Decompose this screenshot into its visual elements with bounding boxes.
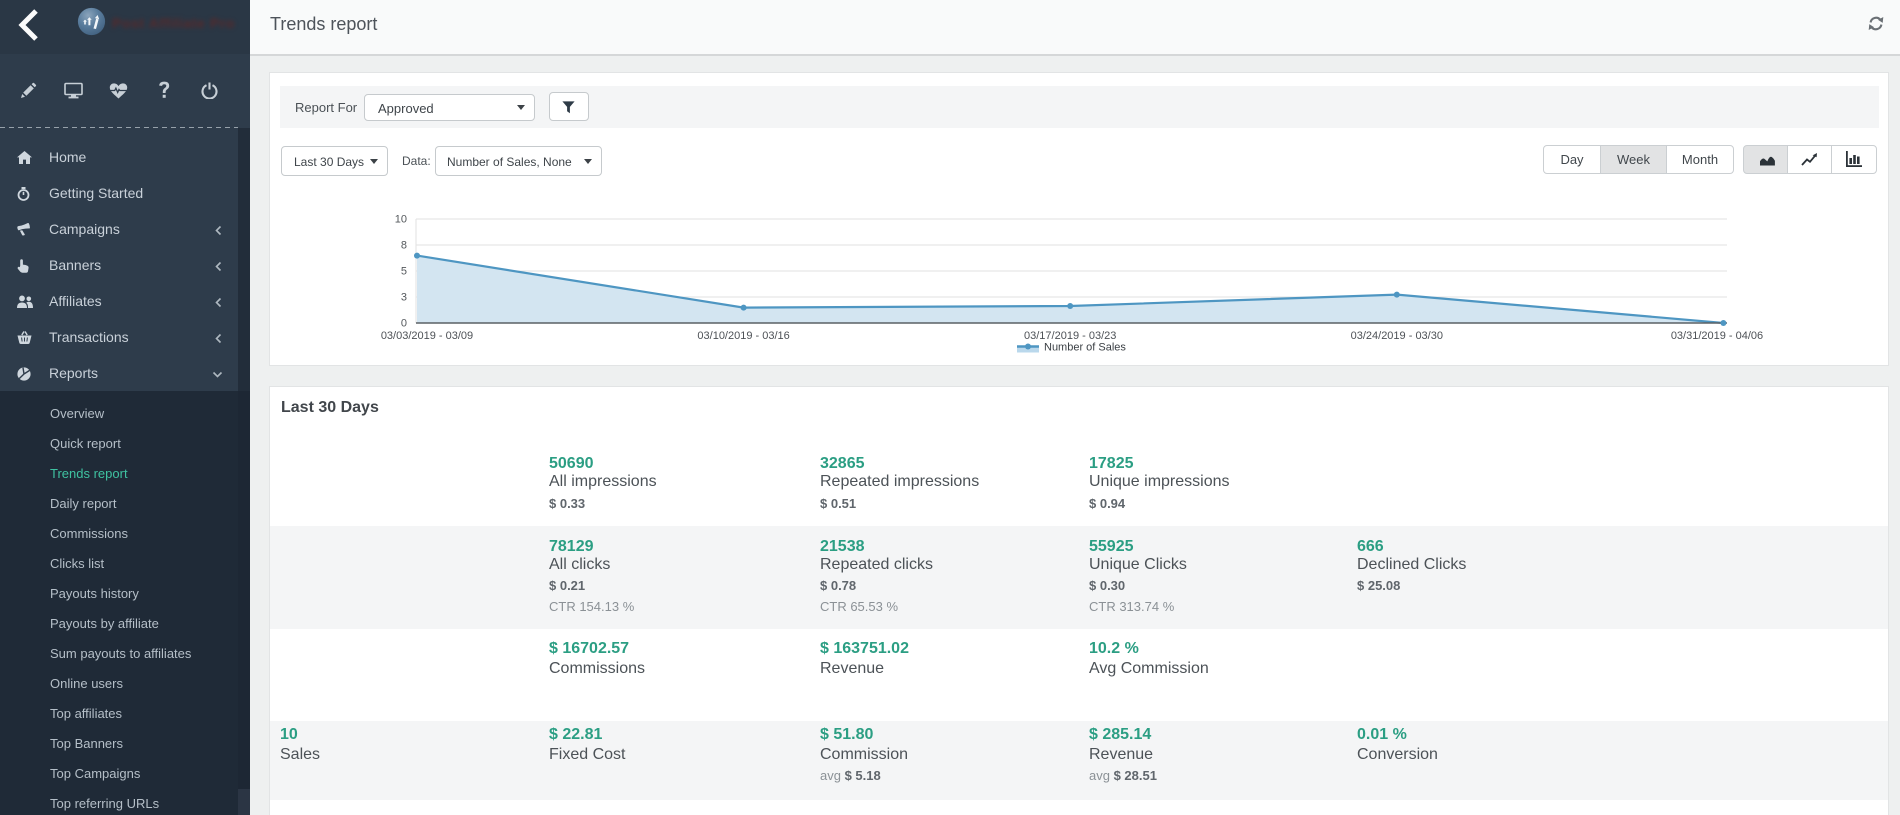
svg-text:10: 10: [395, 214, 407, 226]
svg-text:8: 8: [401, 240, 407, 252]
svg-text:03/03/2019 - 03/09: 03/03/2019 - 03/09: [381, 330, 473, 342]
svg-text:03/24/2019 - 03/30: 03/24/2019 - 03/30: [1351, 330, 1443, 342]
svg-text:Number of Sales: Number of Sales: [1044, 342, 1126, 354]
svg-text:0: 0: [401, 318, 407, 330]
svg-text:03/31/2019 - 04/06: 03/31/2019 - 04/06: [1671, 330, 1763, 342]
svg-text:03/10/2019 - 03/16: 03/10/2019 - 03/16: [697, 330, 789, 342]
svg-text:3: 3: [401, 292, 407, 304]
svg-text:03/17/2019 - 03/23: 03/17/2019 - 03/23: [1024, 330, 1116, 342]
svg-text:5: 5: [401, 266, 407, 278]
